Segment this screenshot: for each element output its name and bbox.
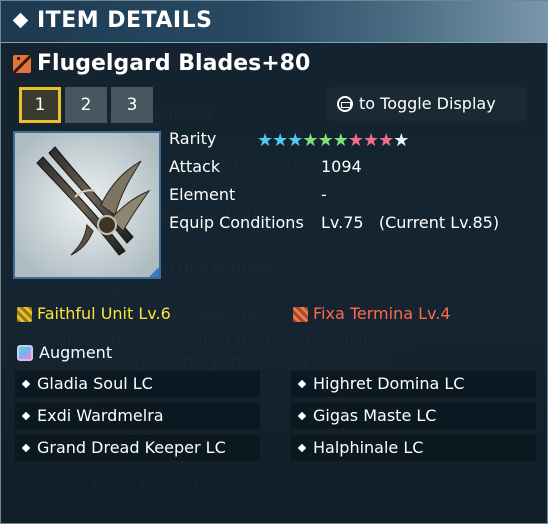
rarity-star-icon: ★ <box>378 130 394 151</box>
toggle-display-button[interactable]: to Toggle Display <box>327 87 527 121</box>
potential-icon <box>293 307 308 322</box>
sword-category-icon <box>13 55 31 73</box>
augment-name: Highret Domina LC <box>313 374 465 393</box>
rarity-star-icon: ★ <box>347 130 364 151</box>
augment-slot-5: Grand Dread Keeper LC <box>15 435 260 461</box>
rarity-star-icon: ★ <box>272 130 288 151</box>
rarity-star-icon: ★ <box>257 130 273 151</box>
bullet-icon <box>21 411 31 421</box>
attack-value: 1094 <box>321 157 362 176</box>
item-name: Flugelgard Blades+80 <box>37 51 311 76</box>
rarity-star-icon: ★ <box>362 130 379 151</box>
attack-label: Attack <box>169 157 221 176</box>
rarity-star-icon: ★ <box>287 130 303 151</box>
controller-button-icon <box>337 96 353 112</box>
augment-slot-3: Exdi Wardmelra <box>15 403 260 429</box>
element-value: - <box>321 185 327 204</box>
rarity-label: Rarity <box>169 129 217 148</box>
rarity-star-icon: ★ <box>317 130 334 151</box>
rarity-stars: ★★★★★★★★★★ <box>257 130 409 151</box>
diamond-icon <box>12 12 29 29</box>
bullet-icon <box>21 379 31 389</box>
augment-slot-2: Highret Domina LC <box>291 371 536 397</box>
window-title: ITEM DETAILS <box>37 8 213 33</box>
equip-conditions-label: Equip Conditions <box>169 213 304 232</box>
augment-label: Augment <box>39 343 113 362</box>
rarity-star-icon: ★ <box>302 130 318 151</box>
window-header: ITEM DETAILS <box>1 1 548 43</box>
corner-marker <box>149 267 159 277</box>
augment-icon <box>17 345 33 361</box>
item-thumbnail <box>13 131 161 279</box>
equip-conditions-value: Lv.75 (Current Lv.85) <box>321 213 500 232</box>
potential-label: Fixa Termina Lv.4 <box>313 304 451 323</box>
twin-blades-image <box>15 133 159 277</box>
augment-name: Gladia Soul LC <box>37 374 153 393</box>
tab-2[interactable]: 2 <box>65 87 107 123</box>
augment-slot-4: Gigas Maste LC <box>291 403 536 429</box>
potential-icon <box>17 307 32 322</box>
tab-1[interactable]: 1 <box>19 87 61 123</box>
bullet-icon <box>297 379 307 389</box>
tab-3[interactable]: 3 <box>111 87 153 123</box>
element-label: Element <box>169 185 236 204</box>
augment-name: Halphinale LC <box>313 438 424 457</box>
augment-slot-1: Gladia Soul LC <box>15 371 260 397</box>
augment-name: Grand Dread Keeper LC <box>37 438 226 457</box>
rarity-star-icon: ★ <box>332 130 349 151</box>
item-details-panel: ITEM DETAILS Flugelgard Blades+80 1 2 3 … <box>0 0 548 524</box>
bullet-icon <box>297 411 307 421</box>
rarity-star-icon: ★ <box>393 130 409 151</box>
toggle-display-label: to Toggle Display <box>359 94 496 113</box>
augment-name: Gigas Maste LC <box>313 406 437 425</box>
augment-name: Exdi Wardmelra <box>37 406 164 425</box>
bullet-icon <box>21 443 31 453</box>
augment-slot-6: Halphinale LC <box>291 435 536 461</box>
potential-label: Faithful Unit Lv.6 <box>37 304 171 323</box>
bullet-icon <box>297 443 307 453</box>
